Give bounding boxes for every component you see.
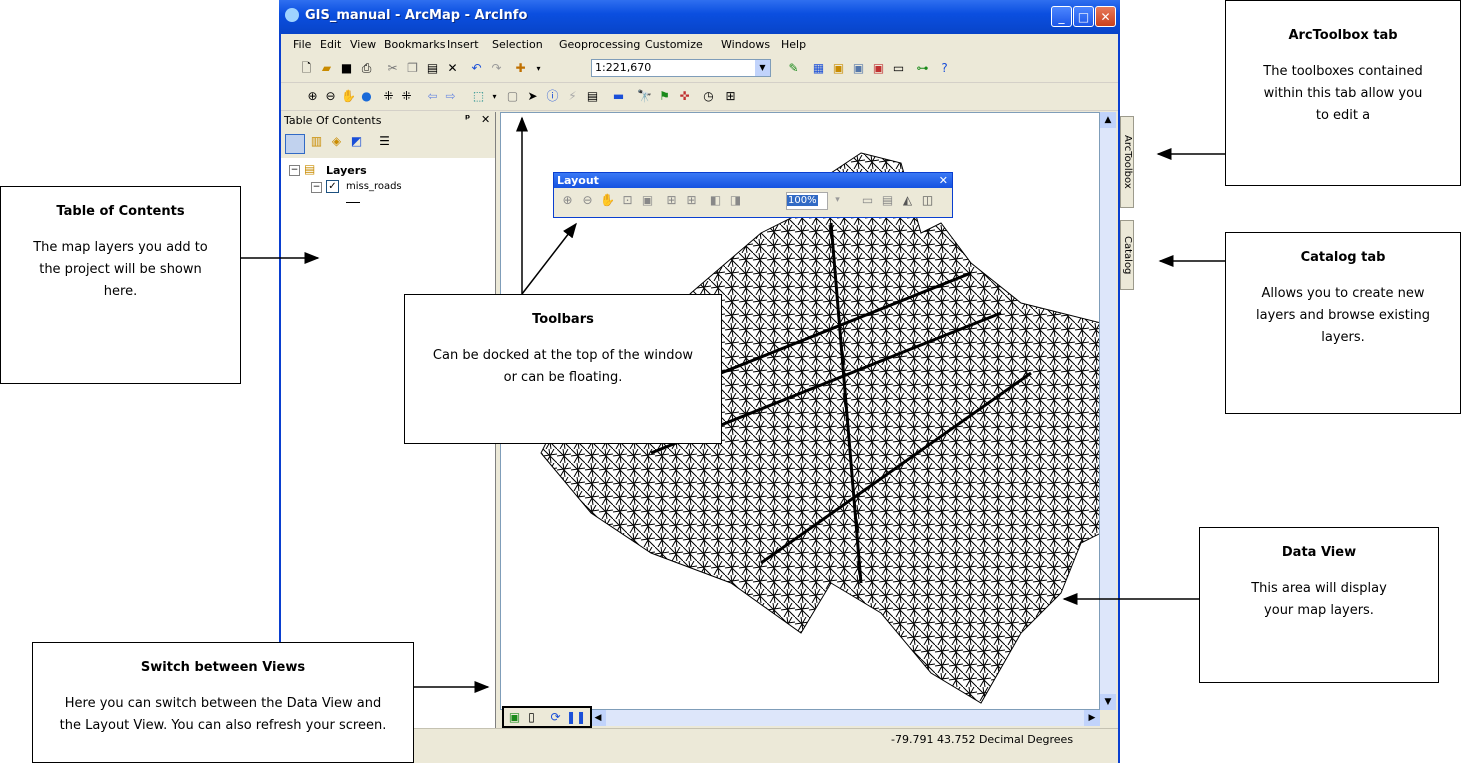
annotation-arrows — [241, 116, 1225, 693]
arrow-to-layout-toolbar — [521, 222, 577, 295]
